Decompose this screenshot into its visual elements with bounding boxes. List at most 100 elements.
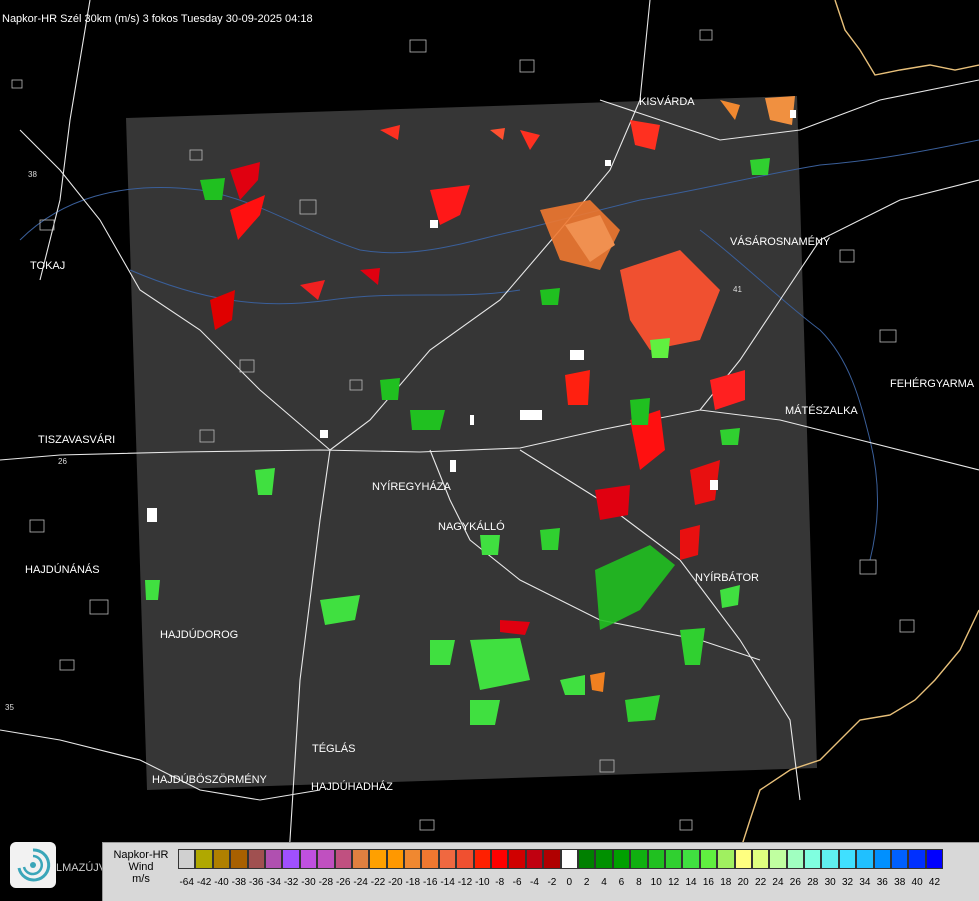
- legend-tick: -38: [231, 877, 247, 888]
- legend-tick-labels: -64 -42 -40 -38 -36 -34 -32 -30 -28 -26 -24 -22 -20-…: [178, 877, 943, 891]
- legend-tick: -12: [457, 877, 473, 888]
- legend-swatch: [282, 849, 300, 869]
- legend-tick: 0: [566, 877, 573, 888]
- legend-swatch: [543, 849, 561, 869]
- legend-swatch: [264, 849, 283, 869]
- road-number-label: 26: [58, 457, 67, 466]
- legend-swatch: [682, 849, 700, 869]
- legend-tick: -42: [196, 877, 212, 888]
- legend-tick: 26: [789, 877, 801, 888]
- legend-title-line: Wind: [128, 861, 154, 873]
- legend-tick: 42: [928, 877, 941, 888]
- legend-tick: 38: [894, 877, 906, 888]
- legend-swatch: [908, 849, 926, 869]
- road-number-label: 41: [733, 285, 742, 294]
- legend-swatch: [786, 849, 805, 869]
- legend-tick: 14: [685, 877, 697, 888]
- map-title: Napkor-HR Szél 30km (m/s) 3 fokos Tuesda…: [2, 13, 313, 25]
- legend-swatch: [751, 849, 770, 869]
- legend-tick: 8: [636, 877, 642, 888]
- radar-map[interactable]: 38 26 41 35: [0, 0, 979, 900]
- legend-swatch: [508, 849, 526, 869]
- legend-tick: -22: [370, 877, 386, 888]
- legend-swatch: [473, 849, 492, 869]
- legend-tick: -36: [249, 877, 264, 888]
- legend-swatch: [925, 849, 944, 869]
- legend-swatch: [699, 849, 718, 869]
- radar-coverage-area: [126, 96, 817, 790]
- legend-tick: 34: [859, 877, 871, 888]
- legend-tick: 22: [755, 877, 767, 888]
- legend-tick: -32: [283, 877, 299, 888]
- legend-swatch: [804, 849, 822, 869]
- road-number-label: 38: [28, 170, 37, 179]
- legend-swatch: [438, 849, 457, 869]
- legend-tick: 12: [668, 877, 680, 888]
- road-number-label: 35: [5, 703, 14, 712]
- city-label: FEHÉRGYARMA: [890, 378, 975, 390]
- city-label: VÁSÁROSNAMÉNY: [730, 236, 831, 248]
- legend-swatch: [769, 849, 787, 869]
- legend-tick: -2: [547, 877, 557, 888]
- legend-tick: -20: [388, 877, 403, 888]
- city-label: HAJDÚHADHÁZ: [311, 781, 393, 793]
- city-label: NYÍRBÁTOR: [695, 572, 759, 584]
- legend-swatch: [351, 849, 370, 869]
- legend-tick: 4: [601, 877, 607, 888]
- legend-swatch: [560, 849, 578, 869]
- legend-tick: 20: [737, 877, 749, 888]
- city-label: HAJDÚBÖSZÖRMÉNY: [152, 774, 267, 786]
- legend-tick: 10: [650, 877, 662, 888]
- legend-tick: -18: [405, 877, 420, 888]
- legend-swatch: [195, 849, 213, 869]
- legend-tick: -6: [512, 877, 522, 888]
- legend-tick: -8: [495, 877, 505, 888]
- legend-swatch: [369, 849, 387, 869]
- legend-tick: -40: [214, 877, 229, 888]
- city-label: HAJDÚNÁNÁS: [25, 564, 100, 576]
- legend-title-line: Napkor-HR: [113, 849, 169, 861]
- legend-swatch: [404, 849, 422, 869]
- city-label: HAJDÚDOROG: [160, 629, 239, 641]
- legend-swatch: [821, 849, 839, 869]
- legend-swatch: [873, 849, 892, 869]
- legend-swatch: [525, 849, 544, 869]
- legend-tick: -26: [335, 877, 351, 888]
- legend-swatch: [178, 849, 196, 869]
- legend-tick: -24: [353, 877, 368, 888]
- radar-logo-icon: [10, 842, 56, 888]
- legend-swatch: [212, 849, 231, 869]
- legend-swatch: [891, 849, 909, 869]
- city-label: TISZAVASVÁRI: [38, 434, 116, 446]
- legend-swatch: [612, 849, 631, 869]
- legend-swatch: [734, 849, 752, 869]
- legend-tick: 16: [702, 877, 714, 888]
- city-label: MÁTÉSZALKA: [785, 405, 858, 417]
- legend-swatch: [491, 849, 509, 869]
- legend-swatch: [247, 849, 265, 869]
- legend-tick: -34: [266, 877, 281, 888]
- legend-tick: -16: [422, 877, 438, 888]
- legend-tick: -14: [440, 877, 455, 888]
- legend-tick: 6: [618, 877, 625, 888]
- legend-tick: -64: [179, 877, 194, 888]
- city-label: KISVÁRDA: [639, 96, 695, 108]
- legend-swatch: [421, 849, 439, 869]
- legend-swatch: [630, 849, 648, 869]
- city-label: NYÍREGYHÁZA: [372, 481, 451, 493]
- legend-tick: 24: [772, 877, 784, 888]
- legend-swatch: [299, 849, 318, 869]
- legend-tick: 28: [807, 877, 819, 888]
- legend-swatch: [456, 849, 474, 869]
- legend-tick: 2: [583, 877, 590, 888]
- legend-color-scale: [178, 849, 944, 869]
- legend-swatch: [717, 849, 735, 869]
- legend-swatch: [317, 849, 335, 869]
- legend-tick: -30: [301, 877, 316, 888]
- legend-swatch: [577, 849, 596, 869]
- legend-tick: -28: [318, 877, 334, 888]
- legend-swatch: [664, 849, 683, 869]
- legend-swatch: [856, 849, 874, 869]
- legend-tick: 36: [876, 877, 888, 888]
- legend-tick: 30: [824, 877, 836, 888]
